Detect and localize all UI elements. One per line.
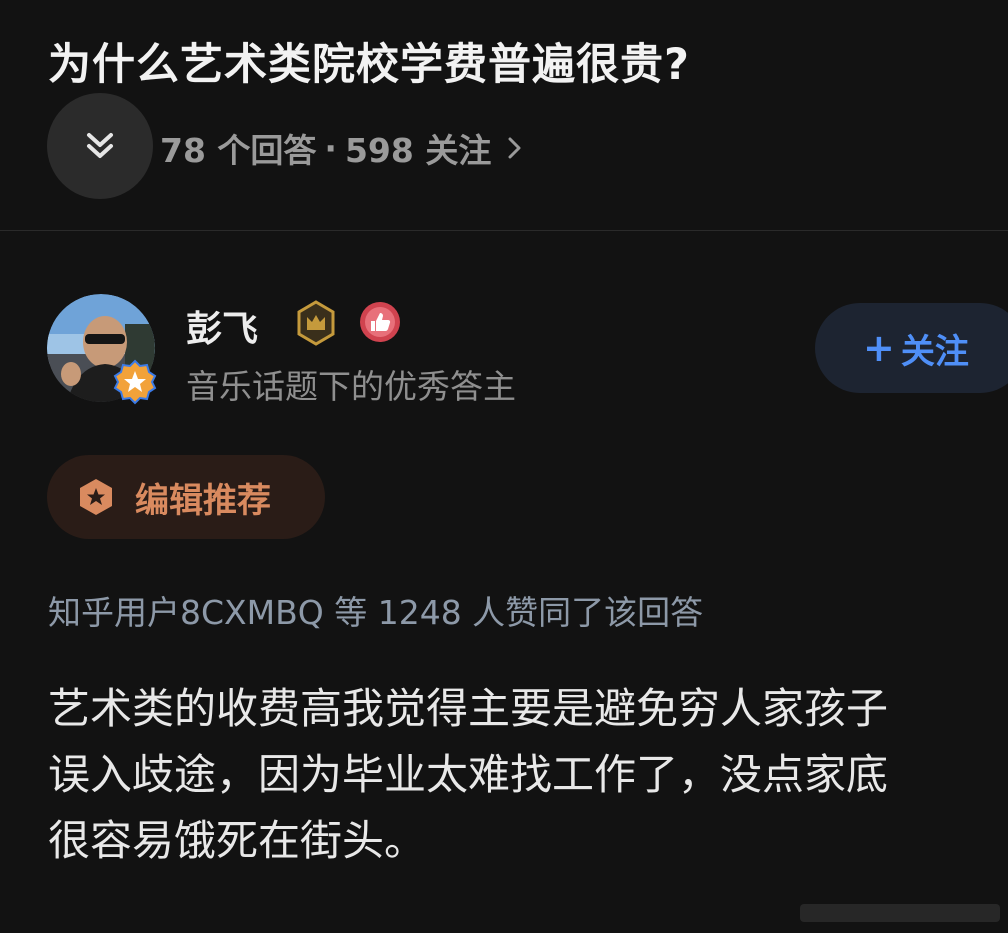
question-meta[interactable]: 78 个回答 · 598 关注 <box>160 124 523 172</box>
chevron-right-icon <box>507 135 523 161</box>
answers-count: 78 个回答 <box>160 131 317 170</box>
watermark-graphic <box>800 904 1000 922</box>
header-divider <box>0 230 1008 231</box>
answer-content: 艺术类的收费高我觉得主要是避免穷人家孩子 误入歧途，因为毕业太难找工作了，没点家… <box>48 676 1008 874</box>
collapse-button[interactable] <box>47 93 153 199</box>
star-badge-icon <box>113 359 157 405</box>
editor-recommend-tag[interactable]: 编辑推荐 <box>47 455 325 539</box>
meta-separator: · <box>324 128 337 168</box>
author-avatar[interactable] <box>47 294 157 405</box>
double-chevron-down-icon <box>87 133 113 158</box>
hexagon-star-icon <box>80 479 112 515</box>
question-title: 为什么艺术类院校学费普遍很贵? <box>48 40 690 90</box>
author-name[interactable]: 彭飞 <box>186 300 258 352</box>
voters-summary[interactable]: 知乎用户8CXMBQ 等 1248 人赞同了该回答 <box>48 586 703 634</box>
plus-icon: + <box>863 326 895 370</box>
follow-label: 关注 <box>900 331 969 372</box>
answer-line: 艺术类的收费高我觉得主要是避免穷人家孩子 <box>48 684 889 733</box>
answer-line: 误入歧途，因为毕业太难找工作了，没点家底 <box>48 750 889 799</box>
editor-tag-label: 编辑推荐 <box>135 480 271 521</box>
followers-count: 598 关注 <box>344 131 492 170</box>
answer-line: 很容易饿死在街头。 <box>48 816 427 865</box>
author-description: 音乐话题下的优秀答主 <box>186 367 516 406</box>
follow-button[interactable]: + 关注 <box>815 303 1008 393</box>
crown-badge-icon <box>297 300 335 346</box>
thumbs-up-badge-icon <box>360 302 400 342</box>
